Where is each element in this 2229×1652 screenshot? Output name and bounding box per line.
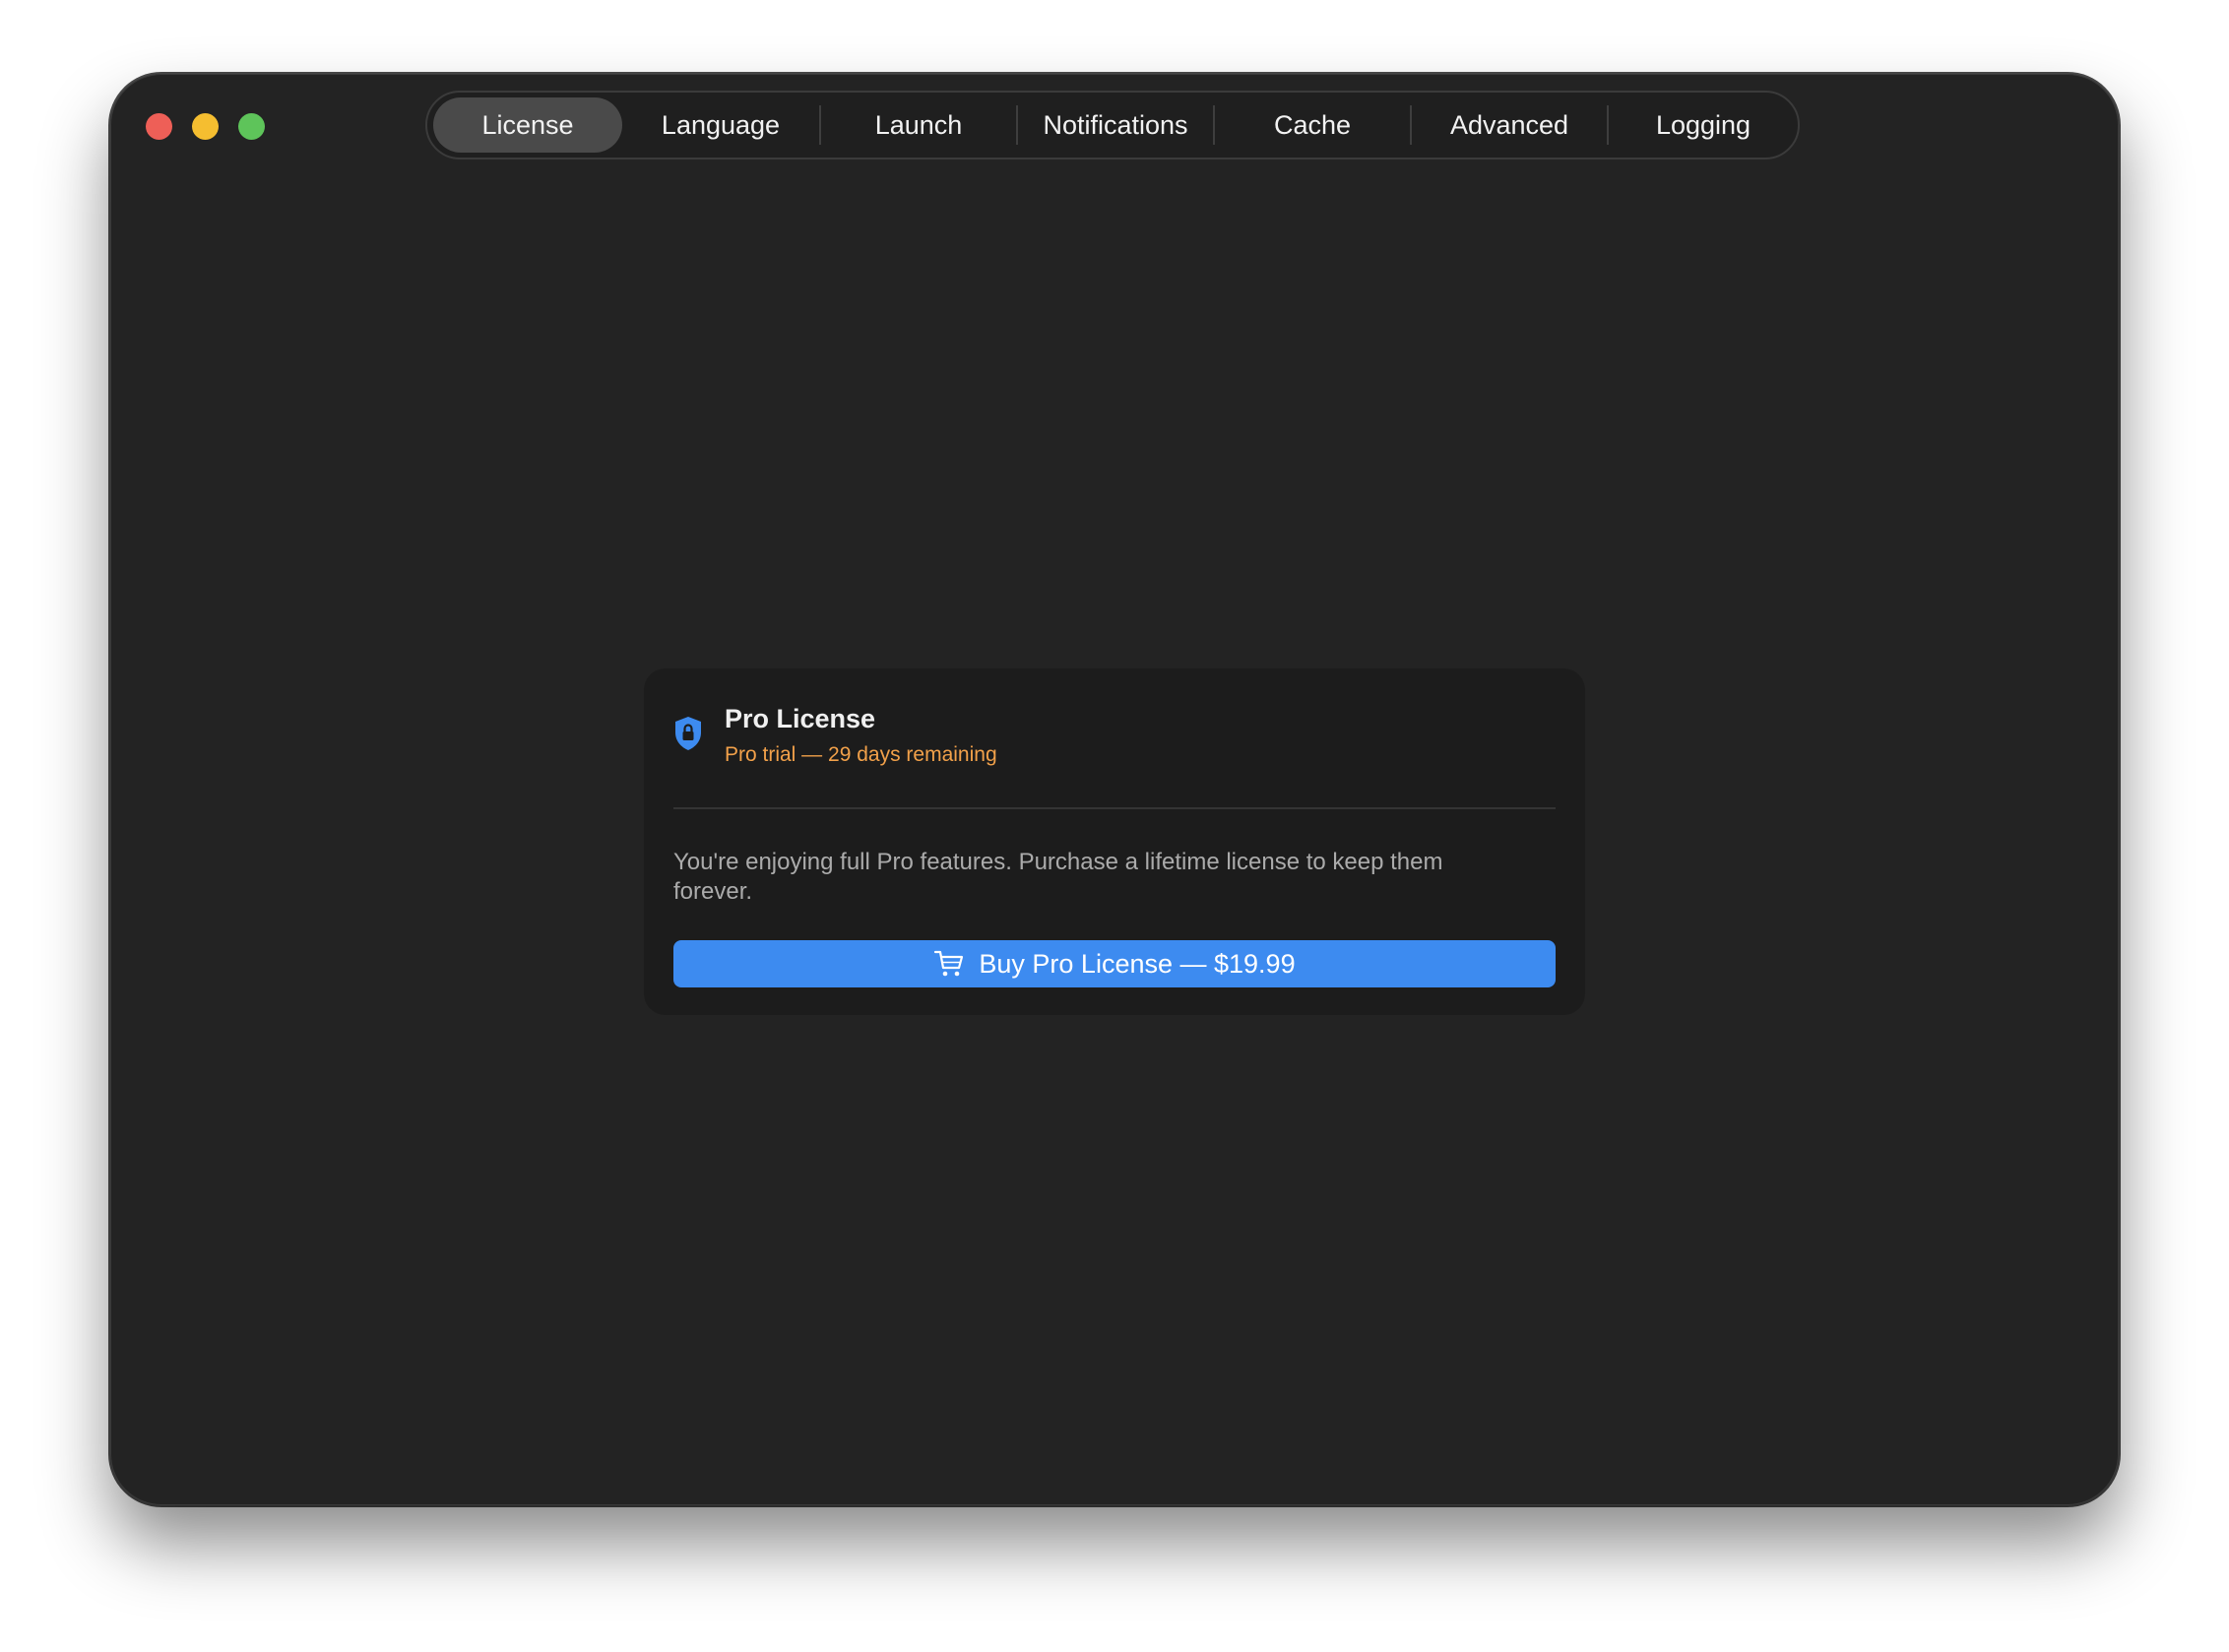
zoom-button[interactable]: [238, 113, 265, 140]
preferences-window: License Language Launch Notifications Ca…: [110, 74, 2119, 1505]
minimize-button[interactable]: [192, 113, 219, 140]
tab-license[interactable]: License: [433, 97, 622, 153]
tab-launch[interactable]: Launch: [821, 97, 1016, 153]
tab-language[interactable]: Language: [622, 97, 819, 153]
license-card: Pro License Pro trial — 29 days remainin…: [644, 668, 1585, 1015]
shield-lock-icon: [675, 717, 701, 750]
tab-notifications[interactable]: Notifications: [1018, 97, 1213, 153]
buy-button-label: Buy Pro License — $19.99: [979, 948, 1296, 979]
license-description: You're enjoying full Pro features. Purch…: [673, 849, 1443, 905]
cart-icon: [934, 950, 964, 977]
close-button[interactable]: [146, 113, 172, 140]
tab-advanced[interactable]: Advanced: [1412, 97, 1607, 153]
divider: [673, 807, 1556, 809]
window-controls: [146, 113, 265, 140]
tab-cache[interactable]: Cache: [1215, 97, 1410, 153]
tab-bar: License Language Launch Notifications Ca…: [425, 91, 1800, 159]
trial-status: Pro trial — 29 days remaining: [725, 743, 997, 766]
license-title: Pro License: [725, 704, 876, 733]
buy-pro-license-button[interactable]: Buy Pro License — $19.99: [673, 940, 1556, 987]
tab-logging[interactable]: Logging: [1609, 97, 1798, 153]
